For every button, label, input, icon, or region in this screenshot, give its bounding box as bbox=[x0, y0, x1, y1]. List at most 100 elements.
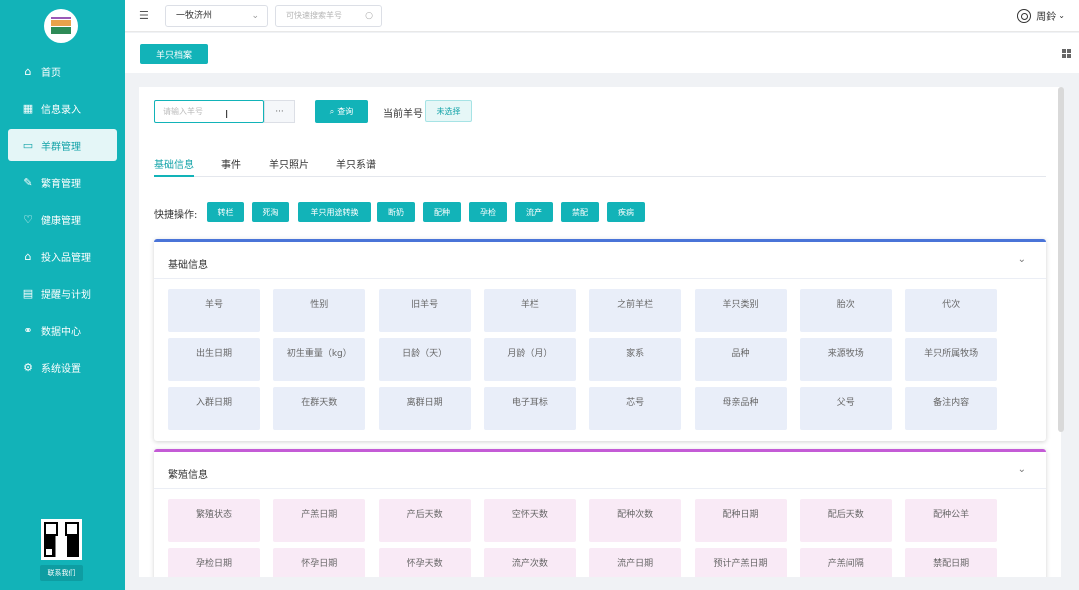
page-tabs: 羊只档案 bbox=[125, 33, 1079, 73]
collapse-menu-icon[interactable]: ☰ bbox=[139, 9, 149, 22]
sidebar-item-data-center[interactable]: ⚭ 数据中心 bbox=[0, 312, 125, 349]
field-cell: 产后天数 bbox=[378, 499, 471, 542]
field-cell: 流产日期 bbox=[589, 548, 682, 577]
disease-button[interactable]: 疾病 bbox=[607, 202, 645, 222]
transfer-pen-button[interactable]: 转栏 bbox=[207, 202, 244, 222]
sidebar-item-home[interactable]: ⌂ 首页 bbox=[0, 53, 125, 90]
top-bar: ☰ 一牧济州 ⌄ 可快速搜索羊号 ○ 周鈴 ⌄ bbox=[125, 0, 1079, 32]
reminder-icon: ▤ bbox=[22, 287, 34, 300]
farm-select[interactable]: 一牧济州 ⌄ bbox=[165, 5, 268, 27]
tab-basic-info[interactable]: 基础信息 bbox=[154, 156, 194, 171]
divider bbox=[154, 488, 1046, 489]
field-cell: 禁配日期 bbox=[905, 548, 998, 577]
field-cell: 备注内容 bbox=[905, 387, 998, 430]
chevron-down-icon: ⌄ bbox=[251, 11, 259, 21]
scrollbar[interactable] bbox=[1058, 87, 1064, 432]
more-button[interactable]: ··· bbox=[264, 100, 295, 123]
tab-sheep-pedigree[interactable]: 羊只系谱 bbox=[336, 156, 376, 171]
breeding-ban-button[interactable]: 禁配 bbox=[561, 202, 599, 222]
field-cell: 入群日期 bbox=[168, 387, 260, 430]
user-menu[interactable]: 周鈴 ⌄ bbox=[1017, 8, 1065, 23]
info-tabs: 基础信息 事件 羊只照片 羊只系谱 bbox=[154, 156, 1046, 177]
sidebar-item-breeding[interactable]: ✎ 繁育管理 bbox=[0, 164, 125, 201]
cull-button[interactable]: 死淘 bbox=[252, 202, 289, 222]
field-cell: 代次 bbox=[905, 289, 998, 332]
field-cell: 空怀天数 bbox=[483, 499, 576, 542]
quick-search-input[interactable]: 可快速搜索羊号 ○ bbox=[275, 5, 382, 27]
sidebar-item-health[interactable]: ♡ 健康管理 bbox=[0, 201, 125, 238]
chevron-down-icon[interactable]: ⌄ bbox=[1018, 254, 1026, 265]
panel-accent bbox=[154, 449, 1046, 452]
chevron-down-icon[interactable]: ⌄ bbox=[1018, 464, 1026, 475]
breeding-icon: ✎ bbox=[23, 176, 33, 189]
sidebar-item-label: 首页 bbox=[41, 68, 61, 79]
field-cell: 芯号 bbox=[589, 387, 682, 430]
sidebar-item-label: 系统设置 bbox=[41, 364, 81, 375]
data-center-icon: ⚭ bbox=[23, 324, 33, 337]
field-cell: 羊栏 bbox=[483, 289, 576, 332]
chevron-down-icon: ⌄ bbox=[1058, 11, 1065, 20]
panel-accent bbox=[154, 239, 1046, 242]
query-button[interactable]: ⌕ 查询 bbox=[315, 100, 368, 123]
sidebar-item-label: 繁育管理 bbox=[41, 179, 81, 190]
divider bbox=[154, 278, 1046, 279]
active-tab-indicator bbox=[154, 175, 194, 177]
qr-code-icon bbox=[41, 519, 82, 560]
field-cell: 胎次 bbox=[799, 289, 892, 332]
field-cell: 电子耳标 bbox=[483, 387, 576, 430]
field-cell: 之前羊栏 bbox=[589, 289, 682, 332]
sheep-number-input[interactable]: 请输入羊号 bbox=[154, 100, 264, 123]
sidebar-item-label: 健康管理 bbox=[41, 216, 81, 227]
sidebar-item-info-entry[interactable]: ▦ 信息录入 bbox=[0, 90, 125, 127]
sidebar-item-reminders[interactable]: ▤ 提醒与计划 bbox=[0, 275, 125, 312]
input-goods-icon: ⌂ bbox=[24, 250, 32, 263]
pregnancy-check-button[interactable]: 孕检 bbox=[469, 202, 507, 222]
sidebar-nav: ⌂ 首页 ▦ 信息录入 ▭ 羊群管理 ✎ 繁育管理 ♡ 健康管理 ⌂ 投入品管理… bbox=[0, 53, 125, 386]
user-avatar-icon bbox=[1017, 8, 1032, 23]
contact-us-button[interactable]: 联系我们 bbox=[40, 565, 83, 581]
health-icon: ♡ bbox=[23, 213, 33, 226]
breeding-info-panel: 繁殖信息 ⌄ 繁殖状态 产羔日期 产后天数 空怀天数 配种次数 配种日期 配后天数 配种公羊孕… bbox=[154, 449, 1046, 577]
field-cell: 母亲品种 bbox=[694, 387, 787, 430]
field-cell: 家系 bbox=[589, 338, 682, 381]
field-cell: 预计产羔日期 bbox=[694, 548, 787, 577]
tab-sheep-archive[interactable]: 羊只档案 bbox=[140, 44, 208, 64]
field-cell: 产羔间隔 bbox=[799, 548, 892, 577]
abortion-button[interactable]: 流产 bbox=[515, 202, 553, 222]
sidebar-item-label: 羊群管理 bbox=[41, 141, 81, 153]
purpose-convert-button[interactable]: 羊只用途转换 bbox=[298, 202, 371, 222]
flock-icon: ▭ bbox=[22, 138, 34, 152]
sidebar-item-input-goods[interactable]: ⌂ 投入品管理 bbox=[0, 238, 125, 275]
field-cell: 配后天数 bbox=[799, 499, 892, 542]
field-cell: 羊只所属牧场 bbox=[905, 338, 998, 381]
grid-view-icon[interactable] bbox=[1062, 49, 1071, 58]
search-icon: ⌕ bbox=[329, 106, 335, 116]
sidebar-item-flock-management[interactable]: ▭ 羊群管理 bbox=[8, 129, 117, 161]
field-cell: 性别 bbox=[273, 289, 366, 332]
text-cursor-icon: I bbox=[225, 108, 229, 121]
mating-button[interactable]: 配种 bbox=[423, 202, 461, 222]
sidebar: ⌂ 首页 ▦ 信息录入 ▭ 羊群管理 ✎ 繁育管理 ♡ 健康管理 ⌂ 投入品管理… bbox=[0, 0, 125, 590]
field-cell: 月龄（月） bbox=[483, 338, 576, 381]
field-cell: 在群天数 bbox=[273, 387, 366, 430]
user-name: 周鈴 bbox=[1036, 12, 1057, 23]
field-cell: 父号 bbox=[799, 387, 892, 430]
sidebar-item-settings[interactable]: ⚙ 系统设置 bbox=[0, 349, 125, 386]
current-sheep-label: 当前羊号 bbox=[383, 109, 423, 120]
field-cell: 配种公羊 bbox=[905, 499, 998, 542]
panel-title: 基础信息 bbox=[168, 260, 208, 271]
tab-sheep-photos[interactable]: 羊只照片 bbox=[269, 156, 309, 171]
settings-icon: ⚙ bbox=[23, 361, 33, 374]
field-cell: 羊号 bbox=[168, 289, 260, 332]
panel-title: 繁殖信息 bbox=[168, 470, 208, 481]
field-cell: 羊只类别 bbox=[694, 289, 787, 332]
field-cell: 配种日期 bbox=[694, 499, 787, 542]
tab-events[interactable]: 事件 bbox=[221, 156, 241, 171]
query-label: 查询 bbox=[337, 107, 354, 116]
field-cell: 繁殖状态 bbox=[168, 499, 260, 542]
sidebar-item-label: 信息录入 bbox=[41, 105, 81, 116]
field-cell: 流产次数 bbox=[483, 548, 576, 577]
current-sheep-value[interactable]: 未选择 bbox=[425, 100, 472, 122]
wean-button[interactable]: 断奶 bbox=[377, 202, 415, 222]
field-cell: 孕检日期 bbox=[168, 548, 260, 577]
